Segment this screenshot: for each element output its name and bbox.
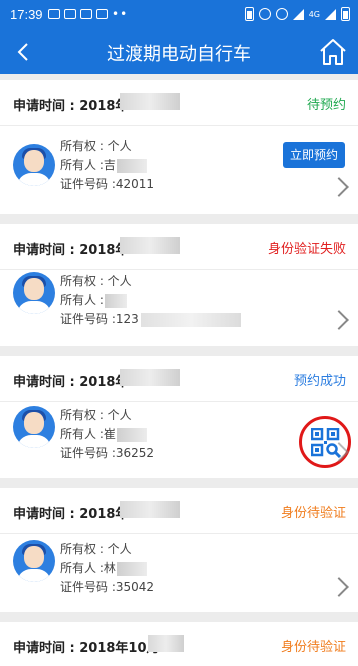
- redacted-name: [116, 158, 147, 173]
- ownership-text: 所有权 : 个人: [60, 542, 132, 556]
- wifi-icon: [292, 8, 304, 20]
- id-number: 123: [115, 312, 139, 326]
- status-badge: 待预约: [306, 98, 346, 113]
- signal-icon: [325, 8, 336, 20]
- notification-icons: ••: [48, 7, 129, 21]
- apply-time: 申请时间 : 2018年: [13, 99, 129, 114]
- chevron-right-icon[interactable]: [329, 577, 349, 597]
- id-label: 证件号码 :: [60, 312, 116, 326]
- battery-icon: [341, 7, 350, 21]
- status-badge: 身份待验证: [280, 640, 346, 655]
- owner-info: 所有权 : 个人 所有人 : 林 证件号码 : 35042: [60, 540, 154, 597]
- location-icon: [258, 8, 271, 20]
- avatar: [13, 272, 55, 314]
- chevron-right-icon[interactable]: [329, 310, 349, 330]
- owner-info: 所有权 : 个人 所有人 : 证件号码 : 123: [60, 272, 241, 329]
- id-number: 42011: [115, 177, 155, 191]
- application-card[interactable]: 申请时间 : 2018年 预约成功 所有权 : 个人 所有人 : 崔 证件号码 …: [0, 356, 358, 478]
- navbar: 过渡期电动自行车: [0, 30, 358, 74]
- ownership-text: 所有权 : 个人: [60, 139, 132, 153]
- apply-time: 申请时间 : 2018年: [13, 375, 129, 390]
- qr-code-button[interactable]: [299, 416, 351, 468]
- card-header: 申请时间 : 2018年 待预约: [0, 80, 358, 126]
- network-type: 4G: [308, 9, 320, 19]
- apply-time: 申请时间 : 2018年: [13, 507, 129, 522]
- redacted-id: [140, 312, 241, 327]
- id-label: 证件号码 :: [60, 446, 116, 460]
- avatar: [13, 540, 55, 582]
- redacted-date: [120, 237, 180, 254]
- owner-name: 崔: [103, 427, 116, 441]
- home-icon: [320, 39, 346, 65]
- card-header: 申请时间 : 2018年 身份验证失败: [0, 224, 358, 270]
- redacted-date: [148, 635, 184, 652]
- system-icons: 4G: [244, 7, 350, 21]
- more-dots-icon: ••: [112, 7, 129, 21]
- ownership-text: 所有权 : 个人: [60, 274, 132, 288]
- cloud-icon: [96, 9, 108, 19]
- owner-label: 所有人 :: [60, 561, 104, 575]
- avatar: [13, 144, 55, 186]
- redacted-date: [120, 501, 180, 518]
- reserve-now-button[interactable]: 立即预约: [283, 142, 345, 168]
- chevron-right-icon[interactable]: [329, 177, 349, 197]
- dnd-icon: [275, 8, 288, 20]
- owner-label: 所有人 :: [60, 427, 104, 441]
- owner-name: 林: [103, 561, 116, 575]
- application-card[interactable]: 申请时间 : 2018年 身份验证失败 所有权 : 个人 所有人 : 证件号码 …: [0, 224, 358, 346]
- owner-info: 所有权 : 个人 所有人 : 吉 证件号码 : 42011: [60, 137, 154, 194]
- redacted-name: [116, 561, 147, 576]
- owner-name: 吉: [103, 158, 116, 172]
- ownership-text: 所有权 : 个人: [60, 408, 132, 422]
- redacted-name: [104, 293, 127, 308]
- status-badge: 身份验证失败: [267, 242, 346, 257]
- card-header: 申请时间 : 2018年 身份待验证: [0, 488, 358, 534]
- card-header: 申请时间 : 2018年 预约成功: [0, 356, 358, 402]
- status-bar: 17:39 •• 4G: [0, 0, 358, 30]
- redacted-date: [120, 93, 180, 110]
- page-title: 过渡期电动自行车: [107, 44, 251, 65]
- image-icon: [80, 9, 92, 19]
- owner-label: 所有人 :: [60, 158, 104, 172]
- owner-label: 所有人 :: [60, 293, 104, 307]
- status-badge: 预约成功: [293, 374, 346, 389]
- application-card[interactable]: 申请时间 : 2018年 身份待验证 所有权 : 个人 所有人 : 林 证件号码…: [0, 488, 358, 612]
- status-badge: 身份待验证: [280, 506, 346, 521]
- application-card[interactable]: 申请时间 : 2018年 待预约 所有权 : 个人 所有人 : 吉 证件号码 :…: [0, 80, 358, 214]
- status-time: 17:39: [10, 7, 43, 22]
- message-icon: [48, 9, 60, 19]
- card-header: 申请时间 : 2018年10月 身份待验证: [0, 622, 358, 666]
- application-card[interactable]: 申请时间 : 2018年10月 身份待验证: [0, 622, 358, 666]
- redacted-name: [116, 427, 147, 442]
- id-label: 证件号码 :: [60, 580, 116, 594]
- apply-time: 申请时间 : 2018年10月: [13, 641, 160, 656]
- redacted-date: [120, 369, 180, 386]
- id-label: 证件号码 :: [60, 177, 116, 191]
- home-button[interactable]: [316, 35, 350, 69]
- id-number: 35042: [115, 580, 155, 594]
- phone-icon: [244, 7, 254, 21]
- id-number: 36252: [115, 446, 155, 460]
- chat-icon: [64, 9, 76, 19]
- avatar: [13, 406, 55, 448]
- owner-info: 所有权 : 个人 所有人 : 崔 证件号码 : 36252: [60, 406, 154, 463]
- apply-time: 申请时间 : 2018年: [13, 243, 129, 258]
